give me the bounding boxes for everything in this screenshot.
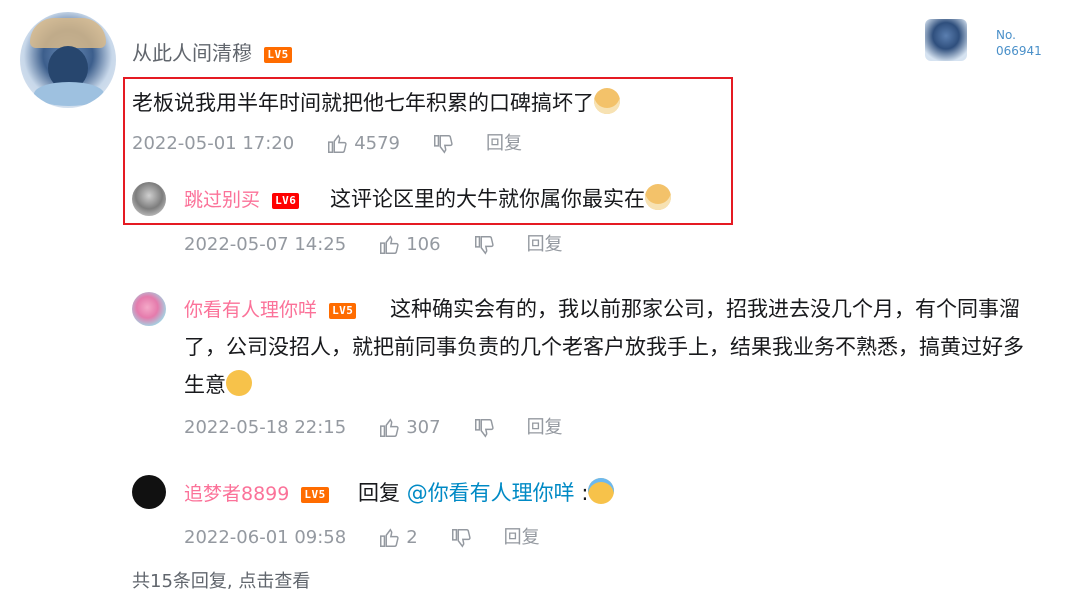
reply-text: 这评论区里的大牛就你属你最实在	[330, 187, 645, 211]
reply-content: 这评论区里的大牛就你属你最实在	[330, 180, 671, 218]
reply-text: 这种确实会有的，我以前那家公司，招我进去没几个月，有个同事溜了，公司没招人，就把…	[184, 297, 1024, 397]
thumbs-up-icon	[380, 418, 399, 437]
like-count: 106	[406, 234, 441, 255]
reply-meta: 2022-05-07 14:25 106 回复	[184, 233, 563, 257]
reply-content: 这种确实会有的，我以前那家公司，招我进去没几个月，有个同事溜了，公司没招人，就把…	[184, 290, 1040, 404]
reply-time: 2022-05-07 14:25	[184, 234, 347, 255]
comment-time: 2022-05-01 17:20	[132, 133, 295, 154]
reply-time: 2022-06-01 09:58	[184, 527, 347, 548]
reply-avatar[interactable]	[132, 182, 166, 216]
like-count: 2	[406, 527, 418, 548]
username-text[interactable]: 从此人间清穆	[132, 41, 252, 65]
doge-emoji-icon	[645, 184, 671, 210]
reply-meta: 2022-06-01 09:58 2 回复	[184, 526, 540, 550]
thumbs-up-icon	[328, 134, 347, 153]
like-button[interactable]: 2	[378, 526, 418, 550]
thumbs-up-icon	[380, 235, 399, 254]
level-badge: LV6	[272, 193, 300, 209]
comment-text: 老板说我用半年时间就把他七年积累的口碑搞坏了	[132, 91, 594, 115]
like-count: 307	[406, 417, 441, 438]
thumbs-down-icon	[451, 529, 471, 548]
level-badge: LV5	[301, 487, 329, 503]
mention-link[interactable]: @你看有人理你咩	[407, 481, 575, 505]
reply-button[interactable]: 回复	[527, 233, 563, 257]
reply-username[interactable]: 追梦者8899 LV5	[184, 481, 329, 507]
like-button[interactable]: 4579	[326, 132, 400, 156]
reply-button[interactable]: 回复	[527, 416, 563, 440]
crying-emoji-icon	[588, 478, 615, 504]
thumbs-down-icon	[474, 419, 494, 438]
level-badge: LV5	[264, 47, 292, 63]
reply-prefix: 回复	[358, 481, 407, 505]
reply-avatar[interactable]	[132, 292, 166, 326]
dislike-button[interactable]	[473, 417, 495, 439]
reply-button[interactable]: 回复	[486, 132, 522, 156]
comment-content: 老板说我用半年时间就把他七年积累的口碑搞坏了	[132, 84, 620, 122]
comment-meta: 2022-05-01 17:20 4579 回复	[132, 132, 522, 156]
reply-username-text[interactable]: 跳过别买	[184, 189, 260, 211]
like-button[interactable]: 307	[378, 416, 441, 440]
reply-content: 回复 @你看有人理你咩 :	[358, 474, 615, 512]
reply-avatar[interactable]	[132, 475, 166, 509]
reply-time: 2022-05-18 22:15	[184, 417, 347, 438]
fan-badge-number: No. 066941	[996, 27, 1066, 59]
badge-no-label: No.	[996, 28, 1016, 42]
reply-username-text[interactable]: 追梦者8899	[184, 483, 289, 505]
reply-username[interactable]: 跳过别买 LV6	[184, 187, 300, 213]
doge-emoji-icon	[594, 88, 620, 114]
thumbs-down-icon	[434, 135, 453, 154]
reply-suffix: :	[574, 481, 589, 505]
reply-button[interactable]: 回复	[504, 526, 540, 550]
dislike-button[interactable]	[473, 234, 495, 256]
face-covering-emoji-icon	[226, 370, 252, 396]
dislike-button[interactable]	[432, 133, 454, 155]
dislike-button[interactable]	[450, 527, 472, 549]
badge-no-value: 066941	[996, 44, 1042, 58]
view-more-replies-link[interactable]: 共15条回复, 点击查看	[132, 570, 310, 594]
like-count: 4579	[354, 133, 401, 154]
user-avatar[interactable]	[20, 12, 116, 108]
thumbs-up-icon	[380, 528, 399, 547]
thumbs-down-icon	[474, 236, 494, 255]
username[interactable]: 从此人间清穆 LV5	[132, 40, 292, 66]
fan-badge-icon	[925, 19, 967, 61]
reply-meta: 2022-05-18 22:15 307 回复	[184, 416, 563, 440]
like-button[interactable]: 106	[378, 233, 441, 257]
